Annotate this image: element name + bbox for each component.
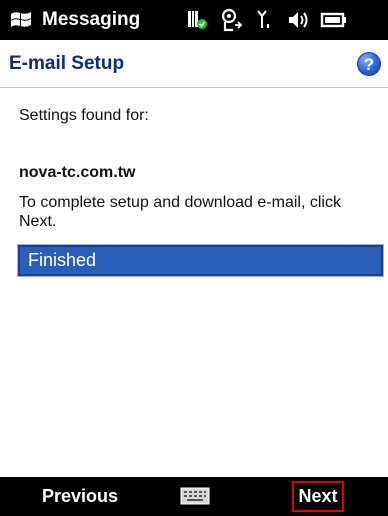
previous-button[interactable]: Previous (42, 477, 118, 516)
softkey-bar: Previous Next (0, 477, 388, 516)
keyboard-icon[interactable] (180, 486, 210, 506)
app-title: Messaging (42, 9, 141, 30)
status-field[interactable]: Finished (17, 244, 384, 277)
help-icon[interactable]: ? (357, 52, 381, 76)
settings-found-label: Settings found for: (19, 107, 149, 124)
page-title: E-mail Setup (9, 52, 125, 74)
windows-flag-icon[interactable] (8, 7, 34, 33)
title-bar: Messaging (0, 0, 388, 40)
signal-strength-icon[interactable] (250, 0, 280, 40)
battery-icon[interactable] (316, 0, 352, 40)
next-button[interactable]: Next (292, 481, 344, 512)
domain-label: nova-tc.com.tw (19, 164, 136, 181)
setup-content: Settings found for: nova-tc.com.tw To co… (0, 89, 388, 477)
sim-card-icon[interactable] (180, 0, 214, 40)
volume-icon[interactable] (280, 0, 316, 40)
instruction-text: To complete setup and download e-mail, c… (19, 194, 341, 230)
status-icons (180, 0, 352, 40)
connectivity-icon[interactable] (214, 0, 250, 40)
page-header: E-mail Setup ? (0, 40, 388, 88)
